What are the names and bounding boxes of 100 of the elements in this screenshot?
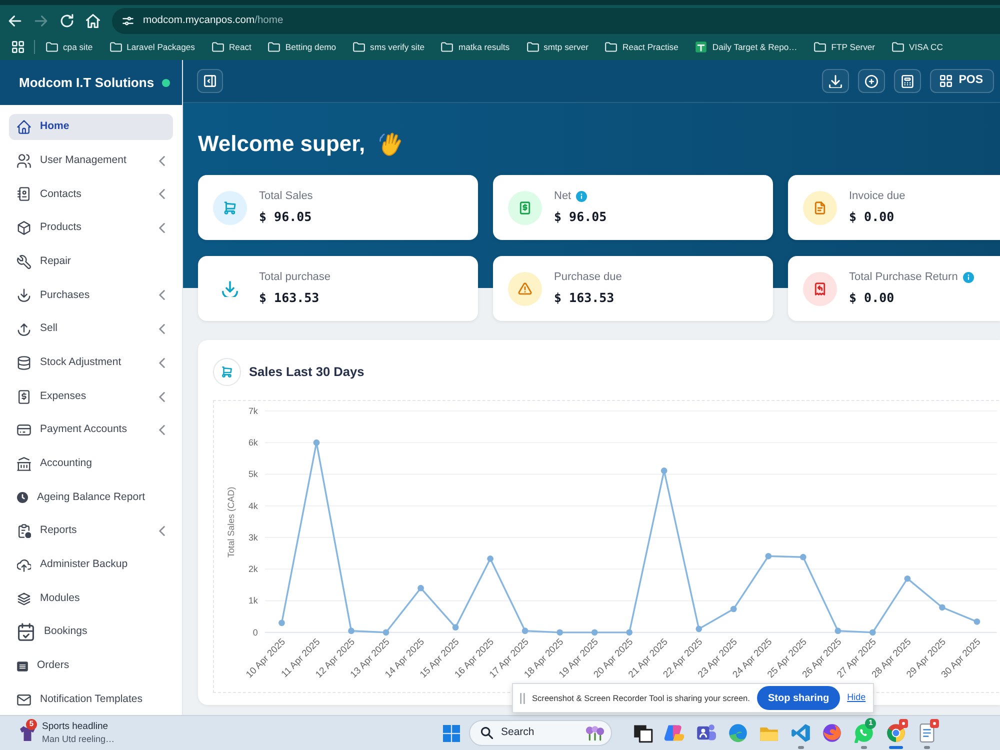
bookmark[interactable]: React <box>212 40 252 54</box>
list-icon <box>17 660 28 672</box>
sidebar-toggle-icon <box>204 75 216 87</box>
stat-value: $ 96.05 <box>554 208 607 226</box>
bookmark[interactable]: VISA CC <box>892 40 943 54</box>
sidebar-item[interactable]: Reports <box>9 518 173 544</box>
sidebar-item[interactable]: Bookings <box>9 619 173 646</box>
people-chat-icon[interactable] <box>696 723 716 743</box>
data-point <box>974 618 980 625</box>
stat-value: $ 0.00 <box>849 208 896 226</box>
data-point <box>904 575 911 582</box>
info-icon[interactable] <box>962 272 974 284</box>
data-point <box>870 629 876 636</box>
database-icon <box>17 356 31 370</box>
folder-icon <box>268 40 280 53</box>
spreadsheet-icon <box>695 40 708 53</box>
sidebar-item[interactable]: Repair <box>9 248 173 275</box>
data-point <box>382 629 390 636</box>
reload-icon[interactable] <box>60 14 74 28</box>
y-axis-title: Total Sales (CAD) <box>226 486 236 558</box>
browser-circle-icon[interactable] <box>886 723 906 743</box>
sidebar-item[interactable]: Notification Templates <box>9 686 173 713</box>
folder-icon <box>353 40 366 53</box>
bookmark[interactable]: React Practise <box>605 40 678 54</box>
wrench-icon <box>17 254 31 269</box>
sidebar-item[interactable]: Payment Accounts <box>9 417 173 444</box>
layers-icon <box>17 592 31 606</box>
address-bar[interactable]: modcom.mycanpos.com/home <box>112 8 1000 34</box>
wave-circle-icon[interactable] <box>728 723 748 743</box>
chat-bubble-icon[interactable] <box>854 723 874 743</box>
data-point <box>626 629 633 636</box>
stat-label: Purchase due <box>554 270 622 286</box>
folder-icon <box>212 40 224 53</box>
cart-icon <box>213 190 247 224</box>
site-settings-icon[interactable] <box>122 14 134 26</box>
widget-headline[interactable]: Sports headline <box>42 721 115 733</box>
data-point <box>730 606 737 612</box>
bank-icon <box>17 456 31 471</box>
sidebar-item[interactable]: Products <box>9 215 173 242</box>
sidebar-item[interactable]: Purchases <box>9 282 173 308</box>
credit-card-icon <box>17 423 31 438</box>
sidebar-item[interactable]: Accounting <box>9 450 173 477</box>
add-button[interactable] <box>858 69 885 93</box>
bookmark[interactable]: smtp server <box>526 40 588 54</box>
folder-icon <box>441 40 454 53</box>
data-point <box>800 554 806 560</box>
y-axis-label: 4k <box>248 500 258 511</box>
users-icon <box>17 154 31 168</box>
grid-icon <box>940 75 952 87</box>
drag-handle-icon[interactable] <box>520 692 525 704</box>
sidebar-item[interactable]: Home <box>9 114 173 140</box>
sidebar-item[interactable]: Expenses <box>9 384 173 410</box>
bookmark[interactable]: matka results <box>441 40 510 54</box>
search-box[interactable]: Search <box>469 720 612 746</box>
bookmark[interactable]: FTP Server <box>814 40 876 54</box>
swirl-icon[interactable] <box>664 723 684 743</box>
warning-icon <box>508 272 542 306</box>
clipboard-icon <box>17 524 31 538</box>
stop-sharing-button[interactable]: Stop sharing <box>756 686 840 710</box>
share-message: Screenshot & Screen Recorder Tool is sharing your screen. <box>532 692 750 704</box>
data-point <box>348 628 354 634</box>
stat-value: $ 163.53 <box>259 288 320 307</box>
stat-label: Total Purchase Return <box>849 270 958 286</box>
sidebar-toggle-button[interactable] <box>197 69 223 93</box>
back-icon[interactable] <box>8 14 22 28</box>
sidebar-item[interactable]: User Management <box>9 148 173 174</box>
cloud-upload-icon <box>17 558 31 572</box>
fox-globe-icon[interactable] <box>822 723 842 743</box>
data-point <box>452 624 459 631</box>
sidebar-item[interactable]: Modules <box>9 586 173 612</box>
bookmark[interactable]: sms verify site <box>353 40 424 54</box>
download-button[interactable] <box>822 69 849 93</box>
bookmark[interactable]: Laravel Packages <box>110 40 195 54</box>
brand-name: Modcom I.T Solutions <box>19 74 154 92</box>
bookmark[interactable]: Betting demo <box>268 40 336 54</box>
sidebar-item[interactable]: Sell <box>9 316 173 342</box>
apps-icon[interactable] <box>12 41 24 53</box>
upload-icon <box>17 322 31 336</box>
hide-link[interactable]: Hide <box>847 691 866 705</box>
sidebar-item[interactable]: Administer Backup <box>9 552 173 578</box>
info-icon[interactable] <box>576 191 588 202</box>
task-view-icon[interactable] <box>632 723 653 743</box>
start-icon[interactable] <box>442 724 460 742</box>
dollar-receipt-icon <box>508 190 542 224</box>
sidebar-item[interactable]: Stock Adjustment <box>9 350 173 376</box>
home-icon[interactable] <box>86 14 100 28</box>
y-axis-label: 3k <box>248 532 258 542</box>
y-axis-label: 1k <box>248 596 258 606</box>
sidebar-item[interactable]: Orders <box>9 653 173 679</box>
data-point <box>487 556 494 562</box>
data-point <box>418 584 424 592</box>
bookmark[interactable]: Daily Target & Repo… <box>695 40 798 54</box>
code-editor-icon[interactable] <box>790 723 811 743</box>
sidebar-item[interactable]: Ageing Balance Report <box>9 484 173 511</box>
bookmark[interactable]: cpa site <box>46 40 93 54</box>
pos-button[interactable]: POS <box>930 69 994 93</box>
sidebar-item[interactable]: Contacts <box>9 181 173 208</box>
cart-icon <box>213 358 241 386</box>
search-icon <box>481 727 493 739</box>
calculator-button[interactable] <box>894 69 921 93</box>
